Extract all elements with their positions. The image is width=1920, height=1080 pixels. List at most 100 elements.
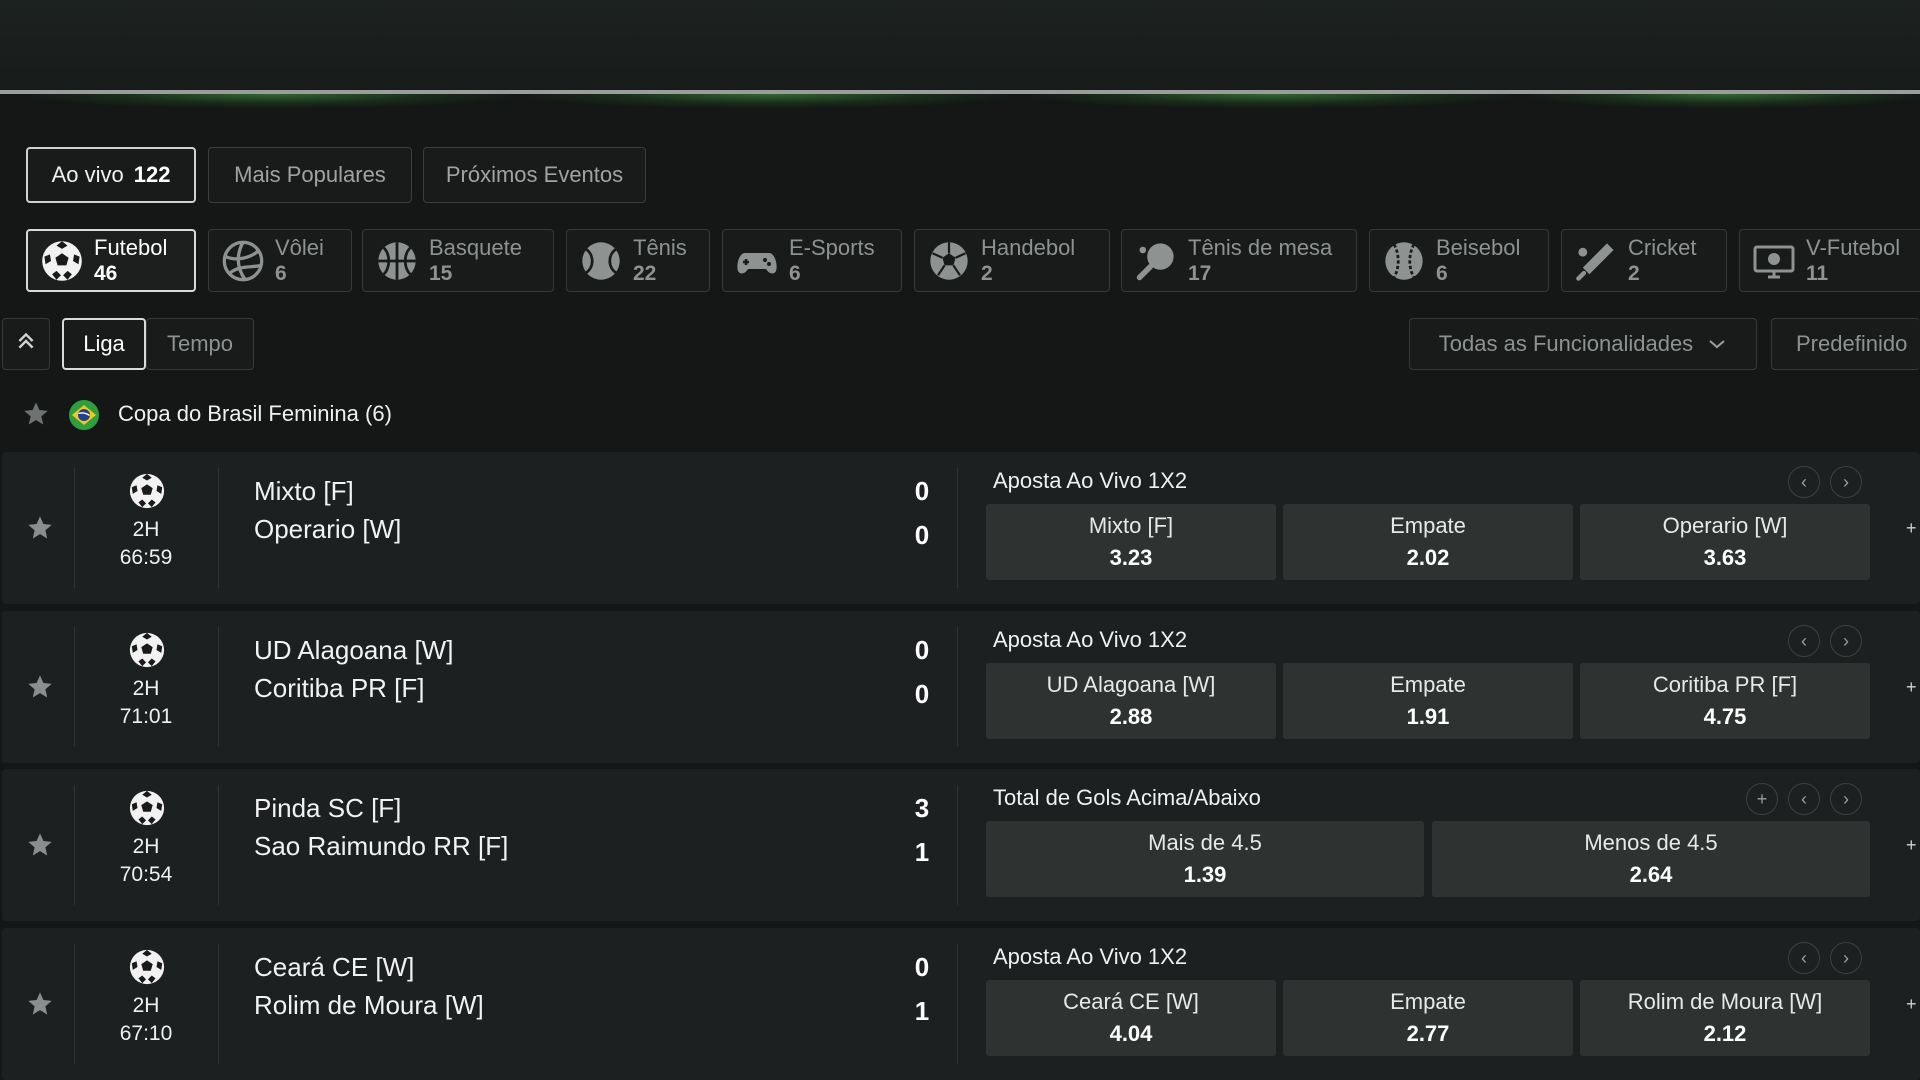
star-icon[interactable] xyxy=(22,400,50,433)
odd-value: 2.64 xyxy=(1629,862,1673,887)
sport-tenis-de-mesa[interactable]: Tênis de mesa 17 xyxy=(1121,229,1357,292)
match-row[interactable]: 2H 70:54 Pinda SC [F] Sao Raimundo RR [F… xyxy=(2,769,1920,921)
more-markets-icon[interactable]: + xyxy=(1906,835,1917,856)
away-score: 1 xyxy=(914,837,930,867)
league-header[interactable]: Copa do Brasil Feminina (6) xyxy=(0,396,1920,432)
divider xyxy=(957,627,958,747)
collapse-all-button[interactable] xyxy=(2,318,50,370)
banner-slide-4[interactable] xyxy=(1530,94,1920,108)
star-icon[interactable] xyxy=(26,990,54,1018)
banner-slide-3[interactable] xyxy=(1030,94,1510,108)
league-name: Copa do Brasil Feminina (6) xyxy=(118,401,392,426)
add-market-button[interactable]: + xyxy=(1746,783,1778,815)
odd-button[interactable]: Mais de 4.5 1.39 xyxy=(986,821,1424,897)
features-dropdown[interactable]: Todas as Funcionalidades xyxy=(1409,318,1757,370)
away-score: 1 xyxy=(914,996,930,1026)
odd-button[interactable]: Mixto [F] 3.23 xyxy=(986,504,1276,580)
odd-button[interactable]: Rolim de Moura [W] 2.12 xyxy=(1580,980,1870,1056)
home-score: 0 xyxy=(914,635,930,665)
odd-button[interactable]: UD Alagoana [W] 2.88 xyxy=(986,663,1276,739)
tab-proximos-eventos[interactable]: Próximos Eventos xyxy=(423,147,646,203)
chevron-right-icon: › xyxy=(1843,630,1849,651)
market-title: Total de Gols Acima/Abaixo xyxy=(993,785,1261,810)
away-team: Rolim de Moura [W] xyxy=(254,990,484,1020)
match-row[interactable]: 2H 66:59 Mixto [F] Operario [W] 0 0 Apos… xyxy=(2,452,1920,604)
prev-market-button[interactable]: ‹ xyxy=(1788,625,1820,657)
odd-value: 2.77 xyxy=(1406,1021,1450,1046)
odd-button[interactable]: Ceará CE [W] 4.04 xyxy=(986,980,1276,1056)
divider xyxy=(957,944,958,1064)
next-market-button[interactable]: › xyxy=(1830,783,1862,815)
match-clock: 71:01 xyxy=(119,705,173,728)
next-market-button[interactable]: › xyxy=(1830,466,1862,498)
more-markets-icon[interactable]: + xyxy=(1906,518,1917,539)
odd-button[interactable]: Operario [W] 3.63 xyxy=(1580,504,1870,580)
match-row[interactable]: 2H 67:10 Ceará CE [W] Rolim de Moura [W]… xyxy=(2,928,1920,1080)
prev-market-button[interactable]: ‹ xyxy=(1788,466,1820,498)
more-markets-icon[interactable]: + xyxy=(1906,677,1917,698)
soccer-ball-icon xyxy=(128,789,166,827)
star-icon[interactable] xyxy=(26,514,54,542)
home-score: 0 xyxy=(914,476,930,506)
sport-name: V-Futebol xyxy=(1806,234,1901,260)
tab-label: Mais Populares xyxy=(234,162,386,187)
match-row[interactable]: 2H 71:01 UD Alagoana [W] Coritiba PR [F]… xyxy=(2,611,1920,763)
away-score: 0 xyxy=(914,520,930,550)
star-icon[interactable] xyxy=(26,831,54,859)
odd-label: Empate xyxy=(1390,513,1466,538)
sport-name: Basquete xyxy=(429,234,522,260)
toggle-liga[interactable]: Liga xyxy=(62,318,146,370)
odd-button[interactable]: Coritiba PR [F] 4.75 xyxy=(1580,663,1870,739)
sport-basquete[interactable]: Basquete 15 xyxy=(362,229,554,292)
odd-button[interactable]: Empate 1.91 xyxy=(1283,663,1573,739)
star-icon[interactable] xyxy=(26,673,54,701)
banner-slide-2[interactable] xyxy=(530,94,1010,108)
market-title: Aposta Ao Vivo 1X2 xyxy=(993,627,1188,652)
preset-dropdown[interactable]: Predefinido xyxy=(1771,318,1920,370)
sport-tenis[interactable]: Tênis 22 xyxy=(566,229,710,292)
divider xyxy=(218,944,219,1064)
next-market-button[interactable]: › xyxy=(1830,625,1862,657)
odd-button[interactable]: Empate 2.77 xyxy=(1283,980,1573,1056)
cricket-bat-icon xyxy=(1574,239,1618,283)
prev-market-button[interactable]: ‹ xyxy=(1788,942,1820,974)
home-team: Mixto [F] xyxy=(254,476,354,506)
odd-button[interactable]: Empate 2.02 xyxy=(1283,504,1573,580)
sport-cricket[interactable]: Cricket 2 xyxy=(1561,229,1727,292)
sport-count: 22 xyxy=(633,261,657,285)
sport-count: 2 xyxy=(981,261,993,285)
toggle-tempo[interactable]: Tempo xyxy=(146,318,254,370)
tab-mais-populares[interactable]: Mais Populares xyxy=(208,147,412,203)
sport-futebol[interactable]: Futebol 46 xyxy=(26,229,196,292)
divider xyxy=(218,627,219,747)
home-score: 3 xyxy=(914,793,930,823)
tab-ao-vivo[interactable]: Ao vivo 122 xyxy=(26,147,196,203)
odd-label: Empate xyxy=(1390,989,1466,1014)
odd-label: Empate xyxy=(1390,672,1466,697)
basketball-icon xyxy=(375,239,419,283)
sport-count: 46 xyxy=(94,261,118,285)
sport-handebol[interactable]: Handebol 2 xyxy=(914,229,1110,292)
sport-v-futebol[interactable]: V-Futebol 11 xyxy=(1739,229,1920,292)
chevron-left-icon: ‹ xyxy=(1801,947,1807,968)
prev-market-button[interactable]: ‹ xyxy=(1788,783,1820,815)
match-period: 2H xyxy=(132,518,160,541)
chevron-left-icon: ‹ xyxy=(1801,630,1807,651)
soccer-ball-icon xyxy=(128,472,166,510)
divider xyxy=(957,785,958,905)
match-period: 2H xyxy=(132,835,160,858)
banner-slide-1[interactable] xyxy=(30,94,510,108)
sport-count: 2 xyxy=(1628,261,1640,285)
sport-name: Beisebol xyxy=(1436,234,1521,260)
odd-label: Operario [W] xyxy=(1662,513,1788,538)
sport-name: Tênis xyxy=(633,234,687,260)
odd-button[interactable]: Menos de 4.5 2.64 xyxy=(1432,821,1870,897)
more-markets-icon[interactable]: + xyxy=(1906,994,1917,1015)
sport-e-sports[interactable]: E-Sports 6 xyxy=(722,229,902,292)
next-market-button[interactable]: › xyxy=(1830,942,1862,974)
toggle-label: Tempo xyxy=(166,331,234,356)
sport-volei[interactable]: Vôlei 6 xyxy=(208,229,352,292)
sport-beisebol[interactable]: Beisebol 6 xyxy=(1369,229,1549,292)
odd-value: 4.75 xyxy=(1703,704,1747,729)
plus-icon: + xyxy=(1756,788,1768,809)
